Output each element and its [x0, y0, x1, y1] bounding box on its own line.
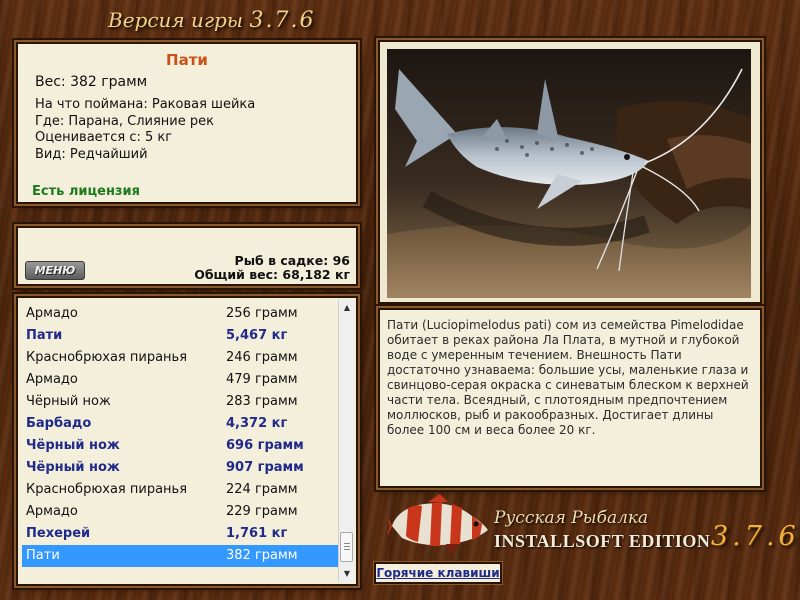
- catch-item-name: Барбадо: [26, 416, 92, 431]
- catch-item-name: Чёрный нож: [26, 394, 111, 409]
- fish-photo-panel: [378, 40, 762, 304]
- location-text: Где: Парана, Слияние рек: [35, 113, 214, 129]
- catfish-photo-image: [387, 49, 751, 298]
- catch-item-name: Армадо: [26, 306, 78, 321]
- fish-details: На что поймана: Раковая шейка Где: Паран…: [35, 97, 255, 163]
- catch-list[interactable]: Армадо 256 грамм Пати 5,467 кг Краснобрюхая …: [22, 303, 340, 567]
- catch-list-item[interactable]: Краснобрюхая пиранья 246 грамм: [22, 347, 340, 369]
- game-logo-version: 3.7.6: [711, 521, 800, 552]
- catch-item-weight: 256 грамм: [226, 306, 298, 321]
- catch-list-item[interactable]: Чёрный нож 907 грамм: [22, 457, 340, 479]
- caught-on-text: На что поймана: Раковая шейка: [35, 97, 256, 112]
- catch-item-weight: 696 грамм: [226, 438, 304, 453]
- triangle-down-icon[interactable]: ▼: [339, 566, 355, 582]
- fish-info-panel: Пати Вес: 382 грамм На что поймана: Рако…: [16, 42, 358, 204]
- fish-photo: [387, 49, 751, 298]
- hotkeys-button[interactable]: Горячие клавиши: [374, 562, 502, 584]
- fish-count: Рыб в садке: 96: [234, 253, 350, 268]
- total-weight: Общий вес: 68,182 кг: [194, 267, 350, 282]
- catch-list-panel: Армадо 256 грамм Пати 5,467 кг Краснобрюхая …: [16, 296, 358, 586]
- catch-item-weight: 229 грамм: [226, 504, 298, 519]
- scrollbar-thumb[interactable]: [340, 532, 353, 562]
- menu-button[interactable]: МЕНЮ: [25, 261, 85, 280]
- grip-icon: [344, 543, 350, 551]
- version-number: 3.7.6: [249, 8, 316, 33]
- catch-item-name: Армадо: [26, 504, 78, 519]
- game-logo-edition: INSTALLSOFT EDITION: [494, 531, 711, 551]
- catch-item-name: Чёрный нож: [26, 438, 120, 453]
- catch-item-name: Армадо: [26, 372, 78, 387]
- catch-item-name: Краснобрюхая пиранья: [26, 482, 188, 497]
- catch-item-weight: 382 грамм: [226, 548, 298, 563]
- game-version-title: Версия игры 3.7.6: [108, 8, 315, 33]
- catch-list-item[interactable]: Чёрный нож 696 грамм: [22, 435, 340, 457]
- triangle-up-icon[interactable]: ▲: [339, 300, 355, 316]
- catch-item-weight: 907 грамм: [226, 460, 304, 475]
- catch-list-item[interactable]: Пати 5,467 кг: [22, 325, 340, 347]
- catch-list-item[interactable]: Пати 382 грамм: [22, 545, 340, 567]
- fish-weight: Вес: 382 грамм: [35, 74, 148, 90]
- fish-description: Пати (Luciopimelodus pati) сом из семейс…: [387, 318, 749, 437]
- red-fish-logo-icon: [386, 494, 492, 560]
- catch-item-name: Пати: [26, 548, 60, 563]
- catch-item-weight: 283 грамм: [226, 394, 298, 409]
- catch-list-item[interactable]: Армадо 229 грамм: [22, 501, 340, 523]
- catch-item-weight: 1,761 кг: [226, 526, 288, 541]
- catch-item-weight: 224 грамм: [226, 482, 298, 497]
- catch-list-item[interactable]: Армадо 479 грамм: [22, 369, 340, 391]
- catch-list-item[interactable]: Краснобрюхая пиранья 224 грамм: [22, 479, 340, 501]
- license-status: Есть лицензия: [32, 184, 140, 199]
- catch-list-scrollbar[interactable]: ▲ ▼: [338, 300, 354, 582]
- catch-item-weight: 4,372 кг: [226, 416, 288, 431]
- catch-list-item[interactable]: Чёрный нож 283 грамм: [22, 391, 340, 413]
- catch-item-weight: 479 грамм: [226, 372, 298, 387]
- catch-item-name: Краснобрюхая пиранья: [26, 350, 188, 365]
- catch-item-weight: 246 грамм: [226, 350, 298, 365]
- rated-from-text: Оценивается с: 5 кг: [35, 130, 173, 145]
- catch-list-item[interactable]: Армадо 256 грамм: [22, 303, 340, 325]
- fish-description-panel: Пати (Luciopimelodus pati) сом из семейс…: [378, 308, 762, 488]
- catch-item-name: Пехерей: [26, 526, 91, 541]
- catch-list-item[interactable]: Барбадо 4,372 кг: [22, 413, 340, 435]
- catch-list-item[interactable]: Пехерей 1,761 кг: [22, 523, 340, 545]
- catch-item-name: Чёрный нож: [26, 460, 120, 475]
- keepnet-stats: Рыб в садке: 96 Общий вес: 68,182 кг: [194, 254, 350, 282]
- game-logo-title: Русская Рыбалка: [494, 508, 649, 528]
- catch-item-name: Пати: [26, 328, 63, 343]
- menu-panel: МЕНЮ Рыб в садке: 96 Общий вес: 68,182 к…: [16, 226, 358, 286]
- fish-name: Пати: [166, 51, 208, 69]
- catch-item-weight: 5,467 кг: [226, 328, 288, 343]
- version-label: Версия игры: [108, 8, 244, 32]
- rarity-text: Вид: Редчайший: [35, 146, 148, 162]
